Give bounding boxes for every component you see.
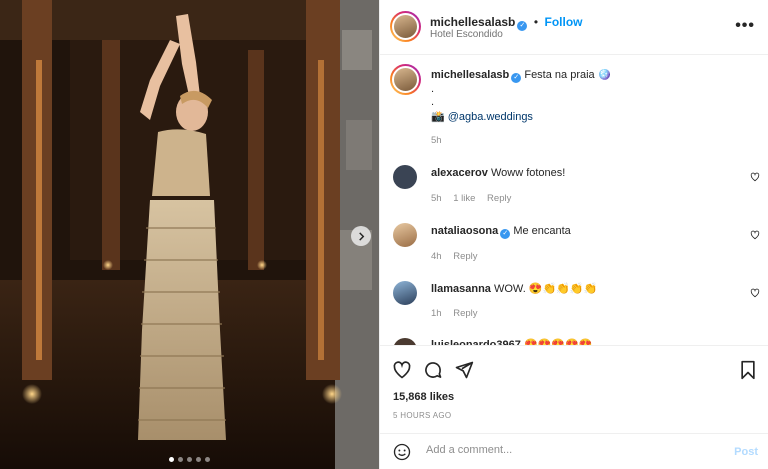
comment-avatar[interactable] [393, 223, 417, 247]
reply-button[interactable]: Reply [453, 308, 477, 319]
comment-avatar[interactable] [393, 338, 417, 345]
caption-dot: . [431, 83, 435, 95]
comment-time: 5h [431, 193, 442, 204]
carousel-dot [196, 457, 201, 462]
post-actions: 15,868 likes 5 HOURS AGO [380, 345, 768, 433]
post-timestamp[interactable]: 5 HOURS AGO [393, 411, 451, 420]
comment-input[interactable] [424, 443, 718, 457]
heart-icon[interactable] [750, 288, 760, 298]
comment-username[interactable]: nataliaosona [431, 225, 498, 237]
carousel-dot [178, 457, 183, 462]
post-header: michellesalasb ✓ • Follow Hotel Escondido… [380, 0, 768, 55]
carousel-indicator [0, 457, 379, 462]
comment-avatar[interactable] [393, 165, 417, 189]
carousel-dot [169, 457, 174, 462]
caption-text: Festa na praia [524, 69, 595, 81]
comments-list[interactable]: michellesalasb ✓ Festa na praia 🪩 . . 📸 @… [380, 55, 768, 345]
heart-icon[interactable] [750, 230, 760, 240]
verified-badge-icon: ✓ [517, 21, 528, 31]
author-avatar[interactable] [390, 11, 421, 42]
share-icon[interactable] [454, 360, 474, 380]
comment-time: 4h [431, 251, 442, 262]
follow-separator: • [533, 15, 539, 29]
reply-button[interactable]: Reply [487, 193, 511, 204]
more-options-icon[interactable]: ••• [735, 17, 755, 35]
emoji-icon[interactable] [393, 443, 411, 461]
add-comment-bar: Post [380, 433, 768, 469]
next-photo-button[interactable] [351, 226, 371, 246]
caption-time: 5h [431, 135, 442, 146]
bookmark-icon[interactable] [739, 360, 757, 380]
verified-badge-icon: ✓ [511, 73, 522, 83]
comment-text: Me encanta [513, 225, 571, 237]
post-sidebar: michellesalasb ✓ • Follow Hotel Escondido… [379, 0, 768, 469]
comment-text: WOW. 😍👏👏👏👏 [493, 283, 598, 295]
heart-icon[interactable] [750, 172, 760, 182]
post-photo[interactable] [0, 0, 379, 469]
post-comment-button[interactable]: Post [734, 446, 758, 458]
author-username[interactable]: michellesalasb [430, 15, 515, 29]
caption-avatar[interactable] [390, 64, 421, 95]
comment-icon[interactable] [423, 360, 443, 380]
mention-link[interactable]: @agba.weddings [448, 111, 533, 123]
carousel-dot [205, 457, 210, 462]
chevron-right-icon [358, 231, 364, 241]
comment-likes[interactable]: 1 like [453, 193, 475, 204]
caption-dot: . [431, 96, 435, 108]
comment-username[interactable]: llamasanna [431, 283, 491, 295]
follow-button[interactable]: Follow [545, 15, 583, 29]
carousel-dot [187, 457, 192, 462]
photo-scene [0, 0, 379, 469]
likes-count[interactable]: 15,868 likes [393, 391, 454, 403]
caption-emoji: 🪩 [597, 69, 612, 81]
comment-time: 1h [431, 308, 442, 319]
post-location[interactable]: Hotel Escondido [430, 29, 503, 40]
comment-username[interactable]: alexacerov [431, 167, 488, 179]
camera-emoji: 📸 [431, 111, 445, 123]
caption-username[interactable]: michellesalasb [431, 69, 509, 81]
verified-badge-icon: ✓ [500, 229, 511, 239]
comment-avatar[interactable] [393, 281, 417, 305]
reply-button[interactable]: Reply [453, 251, 477, 262]
comment-text: Woww fotones! [490, 167, 566, 179]
heart-icon[interactable] [392, 360, 412, 380]
